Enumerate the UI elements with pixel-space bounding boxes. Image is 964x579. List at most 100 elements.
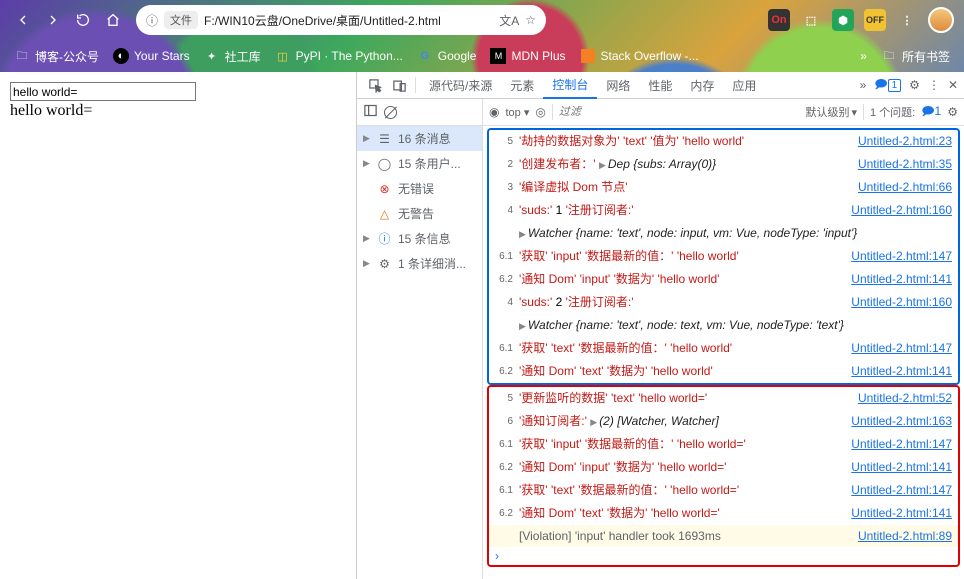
page-content: hello world=	[0, 72, 356, 579]
source-link[interactable]: Untitled-2.html:147	[851, 481, 952, 499]
console-row[interactable]: 5'劫持的数据对象为' 'text' '值为' 'hello world'Unt…	[489, 130, 958, 153]
close-devtools-icon[interactable]: ✕	[948, 78, 958, 92]
console-log-list[interactable]: 5'劫持的数据对象为' 'text' '值为' 'hello world'Unt…	[483, 126, 964, 579]
console-row[interactable]: 6.1'获取' 'input' '数据最新的值：' 'hello world'U…	[489, 245, 958, 268]
line-number: 5	[497, 389, 519, 408]
sidebar-item[interactable]: ▶⚙1 条详细消...	[357, 251, 482, 276]
bookmark-item[interactable]: ◫PyPI · The Python...	[275, 48, 403, 64]
address-bar[interactable]: ⓘ 文件 F:/WIN10云盘/OneDrive/桌面/Untitled-2.h…	[136, 5, 546, 35]
kebab-menu-icon[interactable]: ⋮	[928, 78, 940, 92]
ext-icon-1[interactable]: On	[768, 9, 790, 31]
sidebar-item[interactable]: ▶◯15 条用户...	[357, 151, 482, 176]
bookmark-label: 社工库	[225, 48, 261, 65]
console-prompt[interactable]: ›	[489, 547, 958, 565]
home-button[interactable]	[100, 7, 126, 33]
console-row[interactable]: 6.1'获取' 'text' '数据最新的值：' 'hello world='U…	[489, 479, 958, 502]
bookmark-item[interactable]: MMDN Plus	[490, 48, 565, 64]
devtools-tab[interactable]: 内存	[681, 72, 723, 99]
devtools-tab[interactable]: 源代码/来源	[420, 72, 501, 99]
source-link[interactable]: Untitled-2.html:147	[851, 247, 952, 265]
source-link[interactable]: Untitled-2.html:23	[858, 132, 952, 150]
reload-button[interactable]	[70, 7, 96, 33]
console-row[interactable]: ▶Watcher {name: 'text', node: input, vm:…	[489, 222, 958, 245]
source-link[interactable]: Untitled-2.html:160	[851, 293, 952, 311]
more-tabs-icon[interactable]: »	[860, 78, 867, 92]
line-number: 6.1	[497, 339, 519, 358]
extensions-menu-icon[interactable]: ⋮	[896, 9, 918, 31]
source-link[interactable]: Untitled-2.html:141	[851, 362, 952, 380]
console-row[interactable]: 4'suds:' 1 '注册订阅者:'Untitled-2.html:160	[489, 199, 958, 222]
console-row[interactable]: 4'suds:' 2 '注册订阅者:'Untitled-2.html:160	[489, 291, 958, 314]
console-row[interactable]: 6.2'通知 Dom' 'text' '数据为' 'hello world'Un…	[489, 360, 958, 383]
page-bound-text: hello world=	[10, 102, 346, 120]
back-button[interactable]	[10, 7, 36, 33]
console-row[interactable]: 2'创建发布者：' ▶Dep {subs: Array(0)}Untitled-…	[489, 153, 958, 176]
source-link[interactable]: Untitled-2.html:141	[851, 270, 952, 288]
devtools-tab[interactable]: 元素	[501, 72, 543, 99]
source-link[interactable]: Untitled-2.html:35	[858, 155, 952, 173]
pypi-icon: ◫	[275, 48, 291, 64]
console-row[interactable]: ▶Watcher {name: 'text', node: text, vm: …	[489, 314, 958, 337]
bookmark-item[interactable]: GGoogle	[417, 48, 477, 64]
issues-icon[interactable]: 🗩1	[874, 75, 901, 96]
console-row[interactable]: 6.2'通知 Dom' 'input' '数据为' 'hello world='…	[489, 456, 958, 479]
filter-input[interactable]	[559, 106, 800, 118]
clear-console-icon[interactable]	[384, 106, 397, 119]
settings-gear-icon[interactable]: ⚙	[947, 105, 958, 119]
source-link[interactable]: Untitled-2.html:147	[851, 339, 952, 357]
device-toggle-icon[interactable]	[387, 78, 411, 93]
ext-icon-4[interactable]: OFF	[864, 9, 886, 31]
console-row[interactable]: 6.2'通知 Dom' 'input' '数据为' 'hello world'U…	[489, 268, 958, 291]
bookmark-star-icon[interactable]: ☆	[525, 13, 536, 27]
bookmark-item[interactable]: ◐Your Stars	[113, 48, 190, 64]
profile-avatar[interactable]	[928, 7, 954, 33]
forward-button[interactable]	[40, 7, 66, 33]
sidebar-item[interactable]: △无警告	[357, 201, 482, 226]
devtools-tab[interactable]: 网络	[597, 72, 639, 99]
sidebar-item[interactable]: ▶ⓘ15 条信息	[357, 226, 482, 251]
line-number: 6.2	[497, 504, 519, 523]
source-link[interactable]: Untitled-2.html:141	[851, 458, 952, 476]
settings-gear-icon[interactable]: ⚙	[909, 78, 920, 92]
devtools-tab[interactable]: 控制台	[543, 72, 597, 99]
sidebar-item[interactable]: ⊗无错误	[357, 176, 482, 201]
translate-icon[interactable]: 文A	[499, 12, 519, 29]
all-bookmarks-button[interactable]: 🗀所有书签	[881, 48, 950, 65]
bookmark-item[interactable]: ✦社工库	[204, 48, 261, 65]
line-number: 6.2	[497, 270, 519, 289]
inspect-icon[interactable]	[363, 78, 387, 93]
console-input[interactable]	[503, 549, 952, 563]
bookmark-item[interactable]: 🗀博客-公众号	[14, 48, 99, 65]
sidebar-toggle-icon[interactable]	[363, 103, 378, 121]
console-row[interactable]: 6.1'获取' 'input' '数据最新的值：' 'hello world='…	[489, 433, 958, 456]
sidebar-all-messages[interactable]: ▶ ☰ 16 条消息	[357, 126, 482, 151]
context-selector[interactable]: top ▾	[505, 106, 529, 119]
user-icon: ◯	[377, 156, 392, 171]
divider	[552, 104, 553, 120]
console-row[interactable]: 6.1'获取' 'text' '数据最新的值：' 'hello world'Un…	[489, 337, 958, 360]
source-link[interactable]: Untitled-2.html:52	[858, 389, 952, 407]
console-row[interactable]: 5'更新监听的数据' 'text' 'hello world='Untitled…	[489, 387, 958, 410]
console-row[interactable]: 6'通知订阅者:' ▶(2) [Watcher, Watcher]Untitle…	[489, 410, 958, 433]
live-expression-icon[interactable]: ◉	[489, 105, 499, 119]
devtools-tab[interactable]: 性能	[639, 72, 681, 99]
console-row[interactable]: [Violation] 'input' handler took 1693msU…	[489, 525, 958, 547]
ext-icon-3[interactable]: ⬢	[832, 9, 854, 31]
source-link[interactable]: Untitled-2.html:89	[858, 527, 952, 545]
source-link[interactable]: Untitled-2.html:160	[851, 201, 952, 219]
eye-icon[interactable]: ◎	[535, 105, 545, 119]
page-text-input[interactable]	[10, 82, 196, 101]
issues-icon[interactable]: 🗩1	[921, 102, 941, 123]
log-level-selector[interactable]: 默认级别 ▾	[805, 104, 857, 120]
ext-icon-2[interactable]: ⬚	[800, 9, 822, 31]
console-row[interactable]: 6.2'通知 Dom' 'text' '数据为' 'hello world='U…	[489, 502, 958, 525]
bookmarks-overflow-icon[interactable]: »	[860, 49, 867, 63]
source-link[interactable]: Untitled-2.html:147	[851, 435, 952, 453]
console-row[interactable]: 3'编译虚拟 Dom 节点'Untitled-2.html:66	[489, 176, 958, 199]
source-link[interactable]: Untitled-2.html:163	[851, 412, 952, 430]
info-icon[interactable]: ⓘ	[146, 12, 158, 29]
devtools-tab[interactable]: 应用	[723, 72, 765, 99]
bookmark-item[interactable]: Stack Overflow -...	[580, 48, 699, 64]
source-link[interactable]: Untitled-2.html:141	[851, 504, 952, 522]
source-link[interactable]: Untitled-2.html:66	[858, 178, 952, 196]
